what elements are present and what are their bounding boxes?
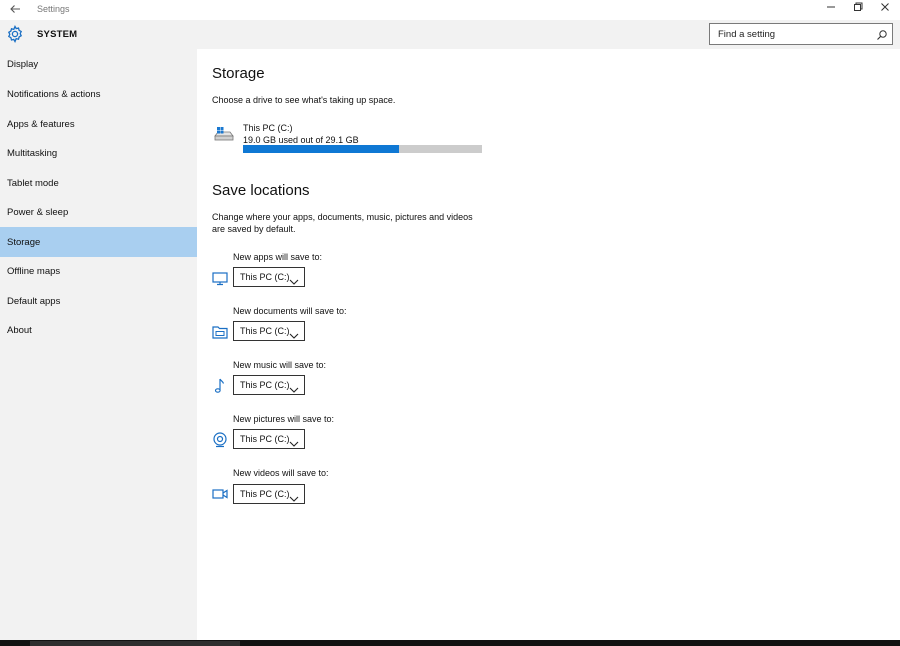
search-placeholder: Find a setting	[718, 29, 776, 40]
sidebar-item-offline-maps[interactable]: Offline maps	[0, 256, 197, 286]
window-title: Settings	[37, 4, 70, 14]
videos-save-dropdown[interactable]: This PC (C:)	[233, 484, 305, 504]
back-arrow-icon[interactable]	[8, 3, 22, 17]
close-icon[interactable]	[870, 2, 900, 18]
storage-description: Choose a drive to see what's taking up s…	[212, 95, 396, 105]
search-icon[interactable]	[876, 28, 888, 40]
chevron-down-icon	[289, 435, 299, 447]
videos-save-value: This PC (C:)	[240, 489, 290, 499]
chevron-down-icon	[289, 490, 299, 502]
save-locations-description-1: Change where your apps, documents, music…	[212, 212, 473, 222]
music-save-value: This PC (C:)	[240, 380, 290, 390]
sidebar-item-power-sleep[interactable]: Power & sleep	[0, 197, 197, 227]
drive-name[interactable]: This PC (C:)	[243, 122, 293, 134]
drive-usage-bar[interactable]	[243, 145, 482, 153]
minimize-icon[interactable]	[816, 2, 846, 18]
sidebar-item-label: Tablet mode	[7, 178, 59, 189]
save-locations-description-2: are saved by default.	[212, 224, 296, 234]
sidebar-item-label: Offline maps	[7, 266, 61, 277]
sidebar-item-apps-features[interactable]: Apps & features	[0, 109, 197, 139]
app-header: SYSTEM Find a setting	[0, 20, 900, 49]
sidebar-item-label: Apps & features	[7, 119, 75, 130]
documents-save-value: This PC (C:)	[240, 326, 290, 336]
drive-usage-fill	[243, 145, 400, 153]
apps-save-label: New apps will save to:	[233, 252, 323, 262]
search-input[interactable]: Find a setting	[709, 23, 893, 45]
sidebar-item-label: Power & sleep	[7, 207, 69, 218]
main-content: Storage Choose a drive to see what's tak…	[197, 49, 900, 640]
music-note-icon	[211, 377, 229, 395]
sidebar-item-label: Multitasking	[7, 148, 58, 159]
section-title: SYSTEM	[37, 29, 78, 40]
apps-save-dropdown[interactable]: This PC (C:)	[233, 267, 305, 287]
chevron-down-icon	[289, 273, 299, 285]
sidebar-item-label: Default apps	[7, 296, 61, 307]
pictures-save-label: New pictures will save to:	[233, 414, 335, 424]
documents-icon	[211, 323, 229, 341]
sidebar-item-notifications[interactable]: Notifications & actions	[0, 79, 197, 109]
music-save-label: New music will save to:	[233, 360, 327, 370]
documents-save-dropdown[interactable]: This PC (C:)	[233, 321, 305, 341]
camera-icon	[211, 431, 229, 449]
video-camera-icon	[211, 485, 229, 503]
sidebar-item-about[interactable]: About	[0, 315, 197, 345]
sidebar: Display Notifications & actions Apps & f…	[0, 49, 197, 640]
title-bar: Settings	[0, 0, 900, 20]
chevron-down-icon	[289, 381, 299, 393]
apps-save-value: This PC (C:)	[240, 272, 290, 282]
sidebar-item-storage[interactable]: Storage	[0, 227, 197, 257]
sidebar-item-display[interactable]: Display	[0, 49, 197, 79]
save-locations-title: Save locations	[212, 182, 310, 199]
sidebar-item-multitasking[interactable]: Multitasking	[0, 138, 197, 168]
page-title: Storage	[212, 65, 265, 82]
pictures-save-value: This PC (C:)	[240, 434, 290, 444]
music-save-dropdown[interactable]: This PC (C:)	[233, 375, 305, 395]
sidebar-item-label: About	[7, 325, 32, 336]
taskbar	[0, 640, 900, 646]
gear-icon	[6, 25, 24, 43]
sidebar-item-default-apps[interactable]: Default apps	[0, 286, 197, 316]
sidebar-item-label: Notifications & actions	[7, 89, 101, 100]
videos-save-label: New videos will save to:	[233, 468, 329, 478]
taskbar-segment	[30, 641, 240, 646]
monitor-icon	[211, 269, 229, 287]
sidebar-item-label: Storage	[7, 237, 41, 248]
drive-icon[interactable]	[213, 125, 235, 143]
chevron-down-icon	[289, 327, 299, 339]
sidebar-item-tablet-mode[interactable]: Tablet mode	[0, 168, 197, 198]
maximize-icon[interactable]	[843, 2, 873, 18]
documents-save-label: New documents will save to:	[233, 306, 347, 316]
sidebar-item-label: Display	[7, 59, 39, 70]
pictures-save-dropdown[interactable]: This PC (C:)	[233, 429, 305, 449]
